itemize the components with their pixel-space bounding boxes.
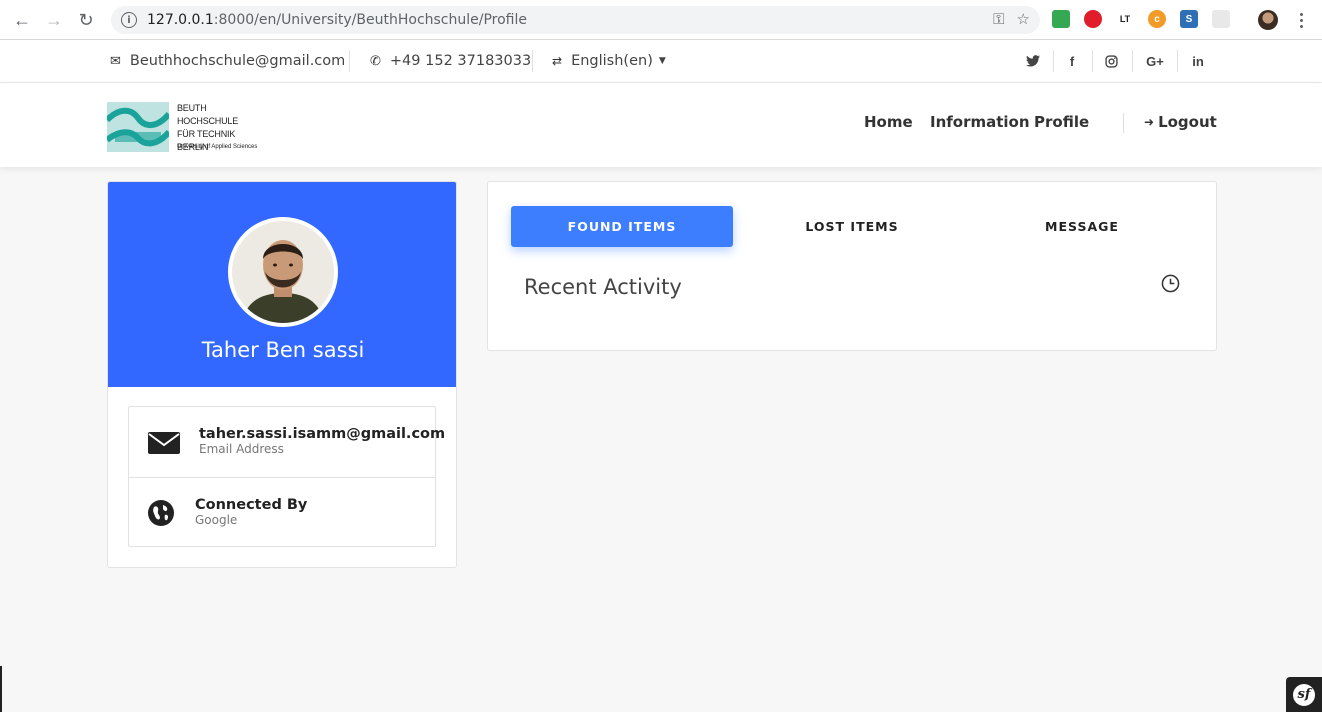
sign-out-icon: ➜ xyxy=(1144,115,1155,129)
extension-s-icon[interactable]: S xyxy=(1180,10,1198,28)
url-host: 127.0.0.1 xyxy=(147,12,214,28)
envelope-icon xyxy=(148,432,180,459)
key-icon[interactable]: ⚿ xyxy=(993,10,1004,28)
language-selector[interactable]: ⇄ English(en) ▼ xyxy=(552,40,666,82)
address-bar[interactable]: i 127.0.0.1:8000/en/University/BeuthHoch… xyxy=(111,6,1040,34)
logo-graphic xyxy=(104,102,172,152)
envelope-icon: ✉ xyxy=(110,53,121,69)
url-path: :8000/en/University/BeuthHochschule/Prof… xyxy=(213,12,528,28)
forward-icon[interactable]: → xyxy=(38,4,70,36)
logo-line1: BEUTH HOCHSCHULE xyxy=(177,103,239,126)
nav-logout-label: Logout xyxy=(1158,113,1217,131)
tab-lost-items[interactable]: LOST ITEMS xyxy=(741,206,963,247)
profile-header: Taher Ben sassi xyxy=(108,182,456,387)
instagram-icon[interactable] xyxy=(1096,40,1126,82)
extension-c-icon[interactable]: c xyxy=(1148,10,1166,28)
recent-activity-title: Recent Activity xyxy=(524,275,682,299)
languagetool-icon[interactable]: LT xyxy=(1116,10,1134,28)
contact-email-text: Beuthhochschule@gmail.com xyxy=(129,53,346,69)
profile-email: taher.sassi.isamm@gmail.com xyxy=(199,426,446,442)
page-edge-strip xyxy=(0,666,2,712)
logo-line2: FÜR TECHNIK xyxy=(177,129,236,139)
tab-found-items[interactable]: FOUND ITEMS xyxy=(511,206,733,247)
browser-toolbar: ← → ↻ i 127.0.0.1:8000/en/University/Beu… xyxy=(0,0,1322,40)
email-row: taher.sassi.isamm@gmail.com Email Addres… xyxy=(129,407,445,477)
contact-phone[interactable]: ✆ +49 152 37183033 xyxy=(370,40,531,82)
contact-bar: ✉ Beuthhochschule@gmail.com ✆ +49 152 37… xyxy=(0,40,1322,83)
browser-profile-avatar[interactable] xyxy=(1258,10,1278,30)
activity-card: FOUND ITEMS LOST ITEMS MESSAGE Recent Ac… xyxy=(487,181,1217,351)
globe-icon xyxy=(148,500,174,531)
caret-down-icon: ▼ xyxy=(658,56,666,66)
nav-profile[interactable]: Profile xyxy=(1034,113,1089,131)
logo-tagline: University of Applied Sciences xyxy=(177,144,258,150)
profile-card: Taher Ben sassi taher.sassi.isamm@gmail.… xyxy=(107,181,457,568)
symfony-toolbar-toggle[interactable]: sf xyxy=(1286,677,1322,712)
symfony-logo-icon: sf xyxy=(1293,683,1315,706)
contact-phone-text: +49 152 37183033 xyxy=(389,53,532,69)
email-label: Email Address xyxy=(199,442,284,456)
main-navbar: BEUTH HOCHSCHULE FÜR TECHNIK BERLIN Univ… xyxy=(0,83,1322,167)
extension-icon[interactable] xyxy=(1052,10,1070,28)
connected-title: Connected By xyxy=(195,497,308,513)
profile-info-list: taher.sassi.isamm@gmail.com Email Addres… xyxy=(128,406,445,547)
profile-name: Taher Ben sassi xyxy=(201,338,365,362)
university-logo[interactable]: BEUTH HOCHSCHULE FÜR TECHNIK BERLIN Univ… xyxy=(104,102,267,154)
phone-icon: ✆ xyxy=(370,53,381,69)
tab-message[interactable]: MESSAGE xyxy=(971,206,1193,247)
contact-email[interactable]: ✉ Beuthhochschule@gmail.com xyxy=(110,40,345,82)
info-icon[interactable]: i xyxy=(121,12,137,28)
reload-icon[interactable]: ↻ xyxy=(70,4,102,36)
connected-row: Connected By Google xyxy=(129,477,435,547)
bookmark-star-icon[interactable]: ☆ xyxy=(1017,10,1030,28)
extension-grid-icon[interactable] xyxy=(1212,10,1230,28)
facebook-icon[interactable]: f xyxy=(1057,40,1087,82)
nav-logout[interactable]: ➜ Logout xyxy=(1144,113,1217,131)
language-label: English(en) xyxy=(571,53,653,69)
browser-menu-icon[interactable] xyxy=(1295,8,1307,32)
nav-information[interactable]: Information xyxy=(930,113,1030,131)
nav-divider xyxy=(1123,113,1124,133)
back-icon[interactable]: ← xyxy=(6,4,38,36)
translate-icon: ⇄ xyxy=(552,54,563,68)
adblock-icon[interactable] xyxy=(1084,10,1102,28)
google-plus-icon[interactable]: G+ xyxy=(1140,40,1170,82)
nav-home[interactable]: Home xyxy=(864,113,913,131)
clock-icon xyxy=(1161,274,1180,293)
connected-value: Google xyxy=(195,513,238,527)
linkedin-icon[interactable]: in xyxy=(1183,40,1213,82)
twitter-icon[interactable] xyxy=(1018,40,1048,82)
profile-avatar xyxy=(228,217,338,327)
